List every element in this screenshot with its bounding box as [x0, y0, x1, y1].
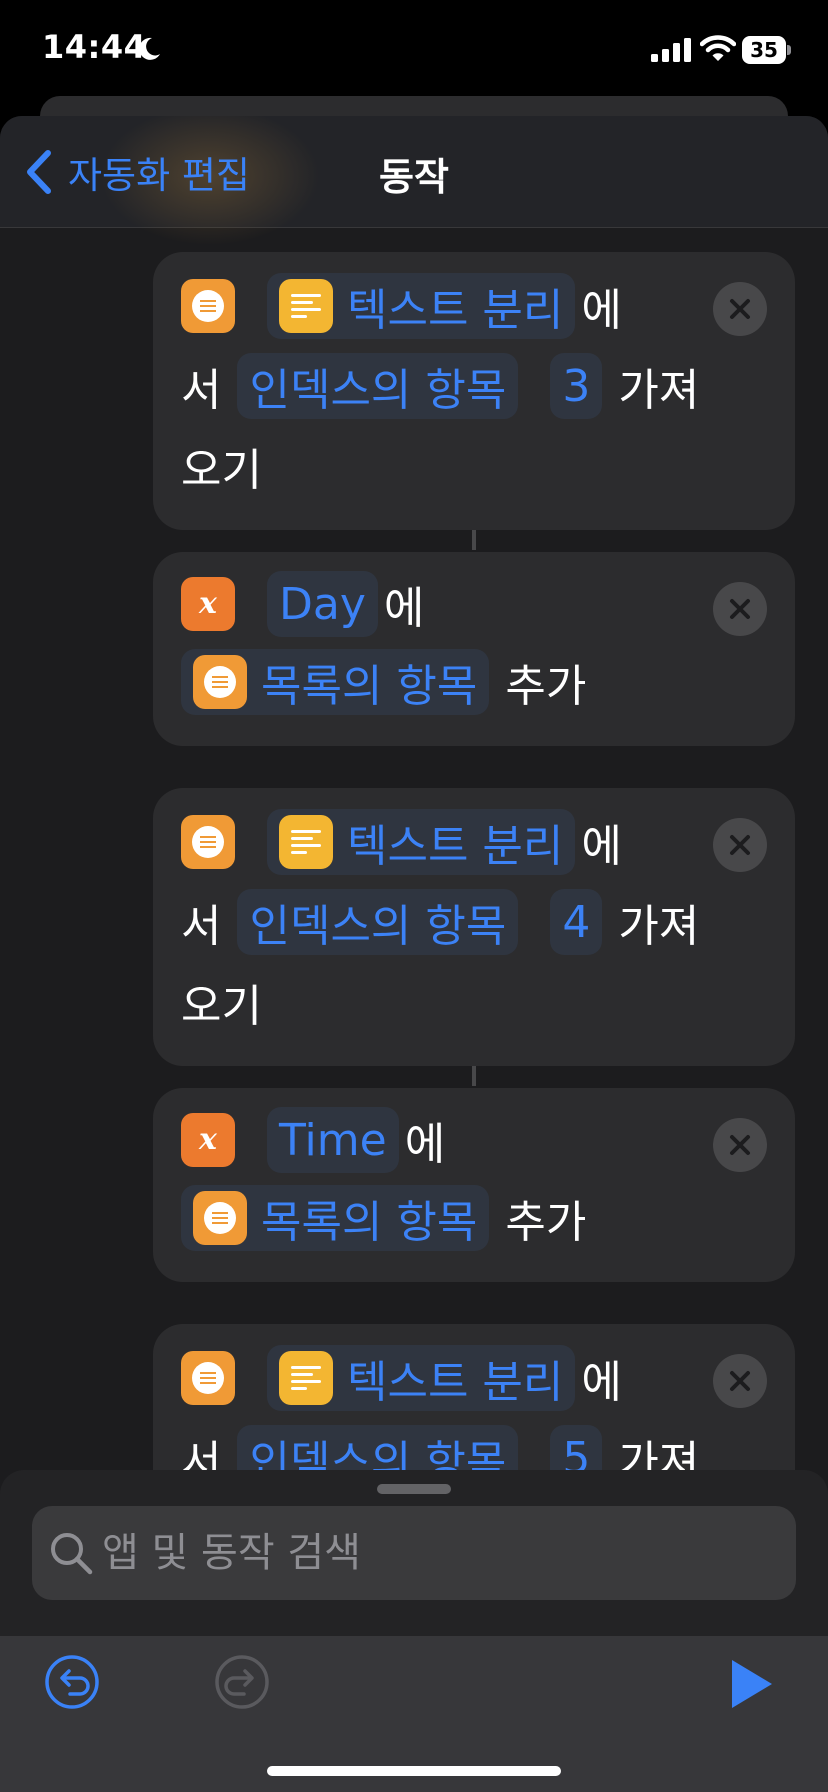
variable-icon: x [181, 1113, 235, 1167]
remove-action-button[interactable] [713, 582, 767, 636]
close-icon [730, 1371, 750, 1391]
split-text-token[interactable]: 텍스트 분리 [267, 273, 576, 339]
action-text: 서 [181, 901, 222, 952]
action-text: 가져 [618, 901, 700, 952]
list-action-icon [193, 655, 247, 709]
moon-icon [139, 37, 160, 60]
list-action-icon [181, 1351, 235, 1405]
variable-icon: x [181, 577, 235, 631]
action-text: 가져 [618, 365, 700, 416]
action-text: 추가 [505, 661, 587, 712]
wifi-icon [700, 35, 736, 61]
variable-token[interactable]: Time [267, 1107, 399, 1173]
page-title: 동작 [379, 155, 449, 199]
battery-level: 35 [742, 36, 786, 64]
home-indicator [267, 1766, 561, 1776]
close-icon [730, 599, 750, 619]
list-action-icon [181, 279, 235, 333]
index-number-token[interactable]: 3 [550, 353, 603, 419]
list-item-label: 목록의 항목 [261, 1197, 478, 1248]
undo-icon[interactable] [44, 1654, 100, 1710]
variable-token[interactable]: Day [267, 571, 378, 637]
action-card-add-to-variable[interactable]: x Time 에 목록의 항목 추가 [153, 1088, 795, 1282]
play-icon[interactable] [728, 1656, 776, 1712]
split-text-label: 텍스트 분리 [347, 285, 564, 336]
action-card-get-item[interactable]: 텍스트 분리 에 서 인덱스의 항목 4 가져 오기 [153, 788, 795, 1066]
index-number-token[interactable]: 4 [550, 889, 603, 955]
action-connector [472, 1066, 476, 1086]
sheet-grabber[interactable] [377, 1484, 451, 1494]
list-item-label: 목록의 항목 [261, 661, 478, 712]
split-text-token[interactable]: 텍스트 분리 [267, 1345, 576, 1411]
battery-icon: 35 [742, 36, 791, 64]
action-search-panel [0, 1470, 828, 1792]
action-card-add-to-variable[interactable]: x Day 에 목록의 항목 추가 [153, 552, 795, 746]
notes-icon [279, 279, 333, 333]
list-action-icon [193, 1191, 247, 1245]
index-item-token[interactable]: 인덱스의 항목 [237, 889, 519, 955]
navigation-bar: 자동화 편집 동작 [0, 116, 828, 246]
split-text-label: 텍스트 분리 [347, 821, 564, 872]
action-text: 추가 [505, 1197, 587, 1248]
search-icon [51, 1533, 93, 1575]
action-text: 오기 [181, 981, 262, 1032]
notes-icon [279, 815, 333, 869]
remove-action-button[interactable] [713, 282, 767, 336]
index-item-token[interactable]: 인덱스의 항목 [237, 353, 519, 419]
split-text-token[interactable]: 텍스트 분리 [267, 809, 576, 875]
action-text: 서 [181, 365, 222, 416]
remove-action-button[interactable] [713, 1354, 767, 1408]
action-text: 에 [581, 1357, 622, 1408]
status-time: 14:44 [42, 28, 147, 66]
close-icon [730, 1135, 750, 1155]
action-connector [472, 530, 476, 550]
status-bar: 14:44 35 [0, 0, 828, 100]
list-item-token[interactable]: 목록의 항목 [181, 1185, 490, 1251]
action-text: 에 [581, 285, 622, 336]
search-input[interactable] [102, 1530, 762, 1576]
close-icon [730, 299, 750, 319]
action-text: 에 [404, 1119, 446, 1170]
close-icon [730, 835, 750, 855]
action-text: 에 [581, 821, 622, 872]
remove-action-button[interactable] [713, 1118, 767, 1172]
action-text: 에 [383, 583, 425, 634]
redo-icon[interactable] [214, 1654, 270, 1710]
action-card-get-item[interactable]: 텍스트 분리 에 서 인덱스의 항목 3 가져 오기 [153, 252, 795, 530]
cellular-signal-icon [651, 38, 691, 62]
list-action-icon [181, 815, 235, 869]
bottom-toolbar [0, 1636, 828, 1792]
search-bar[interactable] [32, 1506, 796, 1600]
list-item-token[interactable]: 목록의 항목 [181, 649, 490, 715]
notes-icon [279, 1351, 333, 1405]
remove-action-button[interactable] [713, 818, 767, 872]
split-text-label: 텍스트 분리 [347, 1357, 564, 1408]
action-text: 오기 [181, 445, 262, 496]
